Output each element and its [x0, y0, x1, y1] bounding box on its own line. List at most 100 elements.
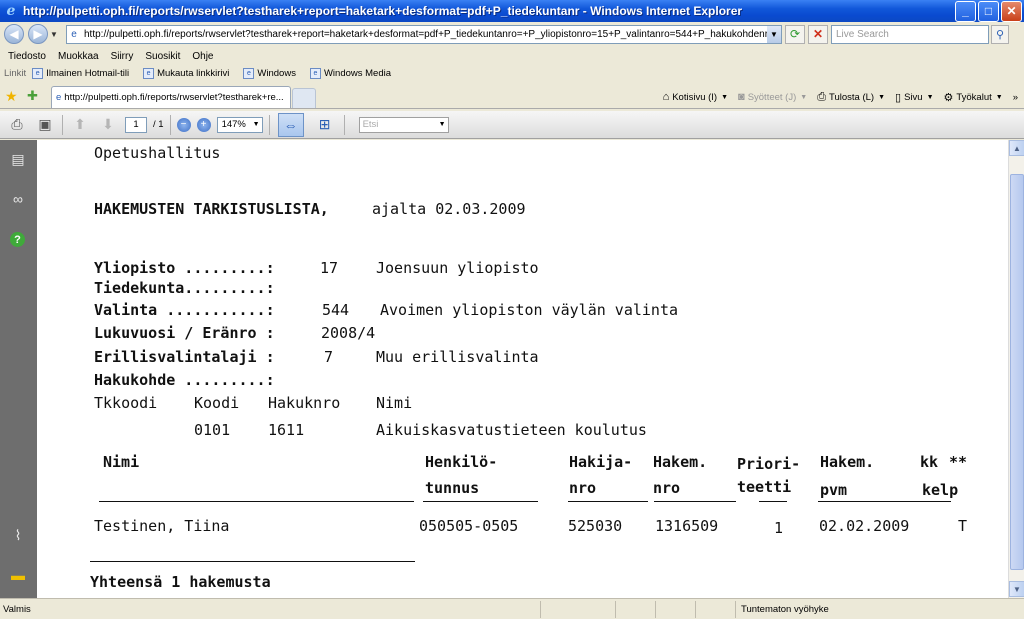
chevron-down-icon: ▼: [438, 121, 446, 128]
link-hotmail[interactable]: e Ilmainen Hotmail-tili: [32, 67, 129, 79]
vertical-scrollbar[interactable]: ▲ ▼: [1008, 140, 1024, 598]
save-icon[interactable]: ▣: [34, 114, 56, 136]
field-label: Tiedekunta.........:: [94, 279, 275, 297]
cell-prioriteetti: 1: [774, 519, 784, 537]
page-icon: e: [71, 28, 77, 40]
favorites-star-icon[interactable]: ★: [5, 88, 21, 104]
next-page-icon[interactable]: ⬇: [97, 114, 119, 136]
col-header-hakemnro-2: nro: [653, 479, 681, 497]
menu-tiedosto[interactable]: Tiedosto: [8, 51, 46, 62]
col-header-hakempvm-2: pvm: [820, 481, 848, 499]
menu-suosikit[interactable]: Suosikit: [145, 51, 180, 62]
stop-button[interactable]: ✕: [808, 24, 828, 44]
pdf-navigation-rail: ▤ ∞ ? ⌇ ▬: [0, 140, 37, 598]
history-dropdown-icon[interactable]: ▼: [50, 30, 60, 39]
previous-page-icon[interactable]: ⬆: [69, 114, 91, 136]
col-header-kkkelp: kk: [920, 453, 939, 471]
col-header-hakemnro: Hakem.: [653, 453, 708, 471]
col-header-nimi: Nimi: [103, 453, 140, 471]
status-bar: Valmis Tuntematon vyöhyke: [0, 598, 1024, 619]
zoom-in-icon[interactable]: +: [196, 117, 211, 132]
address-bar[interactable]: e http://pulpetti.oph.fi/reports/rwservl…: [66, 24, 782, 44]
paperclip-icon[interactable]: ⌇: [9, 526, 27, 544]
minimize-button[interactable]: _: [955, 0, 976, 22]
fit-page-icon[interactable]: ⊞: [312, 113, 338, 137]
link-customize[interactable]: e Mukauta linkkirivi: [143, 67, 229, 79]
cell-kkkelp: T: [958, 517, 968, 535]
field-value: Muu erillisvalinta: [376, 348, 539, 366]
binoculars-icon[interactable]: ∞: [9, 190, 27, 208]
header-underline: [568, 501, 648, 502]
sub-header-tkkoodi: Tkkoodi: [94, 394, 158, 412]
fit-width-icon[interactable]: ⇔: [277, 112, 304, 137]
col-header-henkilotunnus-2: tunnus: [425, 479, 480, 497]
cell-nimi: Testinen, Tiina: [94, 517, 230, 535]
search-input[interactable]: Live Search: [831, 24, 989, 44]
zoom-select[interactable]: 147% ▼: [216, 116, 263, 133]
total-count: Yhteensä 1 hakemusta: [90, 573, 271, 591]
field-label: Valinta ...........:: [94, 301, 275, 319]
home-icon: ⌂: [662, 91, 670, 103]
add-favorite-icon[interactable]: ✚: [27, 88, 43, 104]
header-underline: [423, 501, 538, 502]
menu-siirry[interactable]: Siirry: [111, 51, 134, 62]
maximize-button[interactable]: □: [978, 0, 999, 22]
more-commands-button[interactable]: »: [1013, 92, 1018, 103]
sub-header-hakuknro: Hakuknro: [268, 394, 341, 412]
new-tab-button[interactable]: [292, 88, 316, 108]
forward-button[interactable]: ▶: [28, 24, 48, 44]
menu-bar: Tiedosto Muokkaa Siirry Suosikit Ohje: [0, 48, 1024, 65]
field-label: Lukuvuosi / Eränro :: [94, 324, 275, 342]
print-icon[interactable]: ⎙: [6, 114, 28, 136]
pdf-document: Opetushallitus HAKEMUSTEN TARKISTUSLISTA…: [37, 140, 1008, 598]
scroll-down-icon[interactable]: ▼: [1009, 581, 1024, 597]
page-number-input[interactable]: 1: [125, 116, 147, 133]
status-text: Valmis: [3, 603, 31, 615]
link-windows[interactable]: e Windows: [243, 67, 296, 79]
col-header-henkilotunnus: Henkilö-: [425, 453, 498, 471]
header-underline: [654, 501, 736, 502]
field-value: Joensuun yliopisto: [376, 259, 539, 277]
rss-icon: ◙: [738, 91, 745, 103]
print-button[interactable]: ⎙ Tulosta (L) ▼: [817, 91, 885, 104]
pages-icon[interactable]: ▤: [9, 150, 27, 168]
page-menu-button[interactable]: ▯ Sivu ▼: [895, 91, 933, 104]
link-windows-media[interactable]: e Windows Media: [309, 67, 391, 79]
link-page-icon: e: [32, 67, 44, 79]
tab-row: ★ ✚ e http://pulpetti.oph.fi/reports/rws…: [0, 84, 1024, 109]
scroll-thumb[interactable]: [1010, 174, 1024, 570]
scroll-up-icon[interactable]: ▲: [1009, 140, 1024, 156]
header-underline: [921, 501, 951, 502]
find-input[interactable]: Etsi ▼: [358, 116, 449, 133]
report-period: ajalta 02.03.2009: [372, 200, 526, 218]
zoom-out-icon[interactable]: −: [176, 117, 191, 132]
close-button[interactable]: ✕: [1001, 0, 1022, 22]
address-dropdown-icon[interactable]: ▼: [767, 25, 781, 43]
menu-muokkaa[interactable]: Muokkaa: [58, 51, 99, 62]
page-icon: ▯: [895, 91, 902, 104]
address-input[interactable]: http://pulpetti.oph.fi/reports/rwservlet…: [84, 29, 767, 40]
help-icon[interactable]: ?: [10, 232, 25, 247]
col-header-hakijanro-2: nro: [569, 479, 597, 497]
sub-row-koodi: 0101: [194, 421, 231, 439]
col-header-hakempvm: Hakem.: [820, 453, 875, 471]
field-value: Avoimen yliopiston väylän valinta: [380, 301, 679, 319]
tab-current[interactable]: e http://pulpetti.oph.fi/reports/rwservl…: [51, 86, 291, 108]
search-icon[interactable]: ⚲: [991, 24, 1009, 44]
field-label: Erillisvalintalaji :: [94, 348, 275, 366]
header-underline: [759, 501, 787, 502]
refresh-button[interactable]: ⟳: [785, 24, 805, 44]
comments-icon[interactable]: ▬: [9, 566, 27, 584]
command-bar: ⌂ Kotisivu (I) ▼ ◙ Syötteet (J) ▼ ⎙ Tulosta (…: [653, 86, 1024, 108]
chevron-down-icon: ▼: [252, 121, 260, 128]
back-button[interactable]: ◀: [4, 24, 24, 44]
header-underline: [99, 501, 414, 502]
field-label: Hakukohde .........:: [94, 371, 275, 389]
link-page-icon: e: [243, 67, 255, 79]
field-code: 7: [324, 348, 334, 366]
tools-menu-button[interactable]: ⚙ Työkalut ▼: [944, 91, 1003, 104]
home-button[interactable]: ⌂ Kotisivu (I) ▼: [663, 91, 728, 103]
menu-ohje[interactable]: Ohje: [192, 51, 213, 62]
field-label: Yliopisto .........:: [94, 259, 275, 277]
feeds-button[interactable]: ◙ Syötteet (J) ▼: [738, 91, 807, 103]
